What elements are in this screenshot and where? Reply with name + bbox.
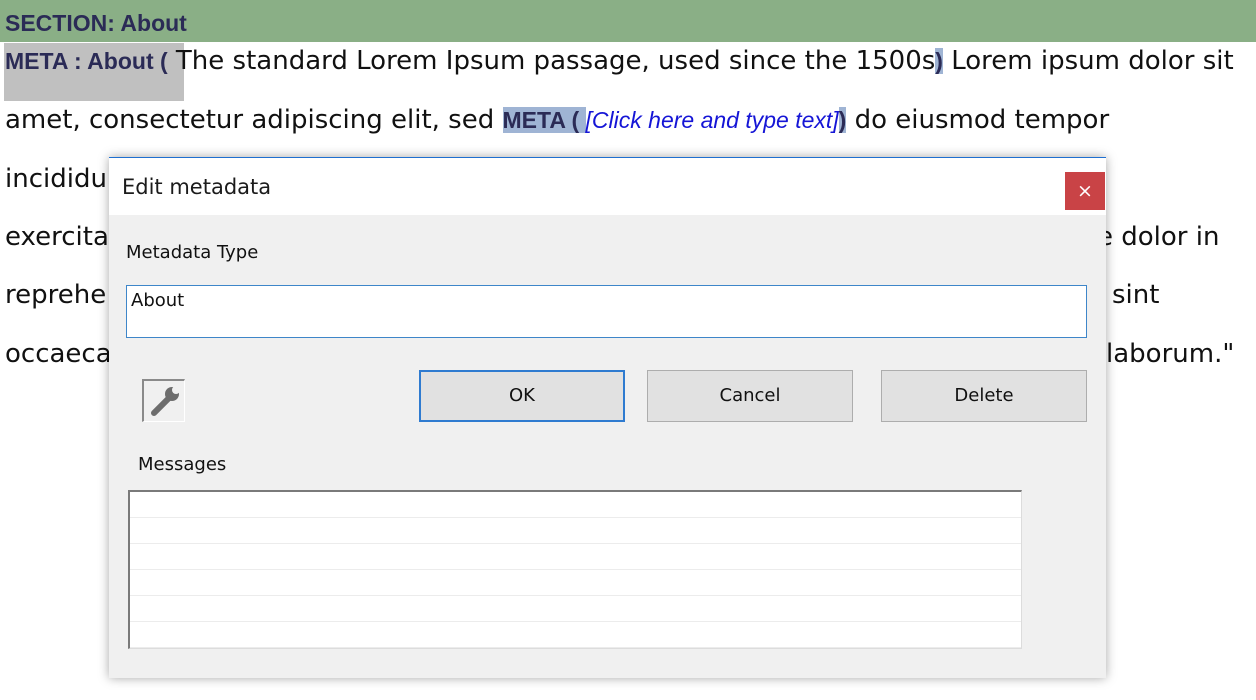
section-header: SECTION: About [0,0,1256,42]
meta-about-tag[interactable]: META : About ( [5,48,168,74]
list-item [130,596,1021,622]
close-icon: × [1077,180,1093,202]
doc-text: do eiusmod tempor [846,105,1110,135]
list-item [130,622,1021,648]
tool-button[interactable] [142,379,185,422]
wrench-icon [151,386,180,416]
cancel-button[interactable]: Cancel [647,370,853,422]
dialog-title: Edit metadata [122,175,272,199]
doc-line-2: amet, consectetur adipiscing elit, sed M… [5,105,1109,135]
doc-text: amet, consectetur adipiscing elit, sed [5,105,503,135]
doc-line-1: META : About ( The standard Lorem Ipsum … [5,46,1234,76]
meta-about-close-paren[interactable]: ) [935,48,943,74]
edit-metadata-dialog: Edit metadata × Metadata Type About OK C… [109,157,1106,678]
list-item [130,518,1021,544]
doc-line-5: reprehe [5,280,107,310]
delete-button[interactable]: Delete [881,370,1087,422]
meta-placeholder[interactable]: [Click here and type text] [586,107,839,133]
meta-about-content[interactable]: The standard Lorem Ipsum passage, used s… [168,46,935,76]
doc-line-3: incididu [5,164,107,194]
doc-line-4-right: e dolor in [1097,222,1220,252]
list-item [130,544,1021,570]
meta-tag[interactable]: META ( [502,107,586,133]
doc-text: Lorem ipsum dolor sit [942,46,1234,76]
ok-button[interactable]: OK [419,370,625,422]
messages-list[interactable] [128,490,1022,649]
list-item [130,492,1021,518]
doc-line-6-right: laborum." [1106,339,1235,369]
doc-line-6: occaeca [5,339,112,369]
list-item [130,570,1021,596]
doc-line-4: exercita [5,222,109,252]
metadata-type-input[interactable]: About [126,285,1087,338]
metadata-type-label: Metadata Type [126,242,259,263]
close-button[interactable]: × [1065,172,1105,210]
doc-line-5-right: sint [1112,280,1160,310]
dialog-titlebar[interactable]: Edit metadata × [109,158,1106,215]
messages-label: Messages [138,454,227,475]
